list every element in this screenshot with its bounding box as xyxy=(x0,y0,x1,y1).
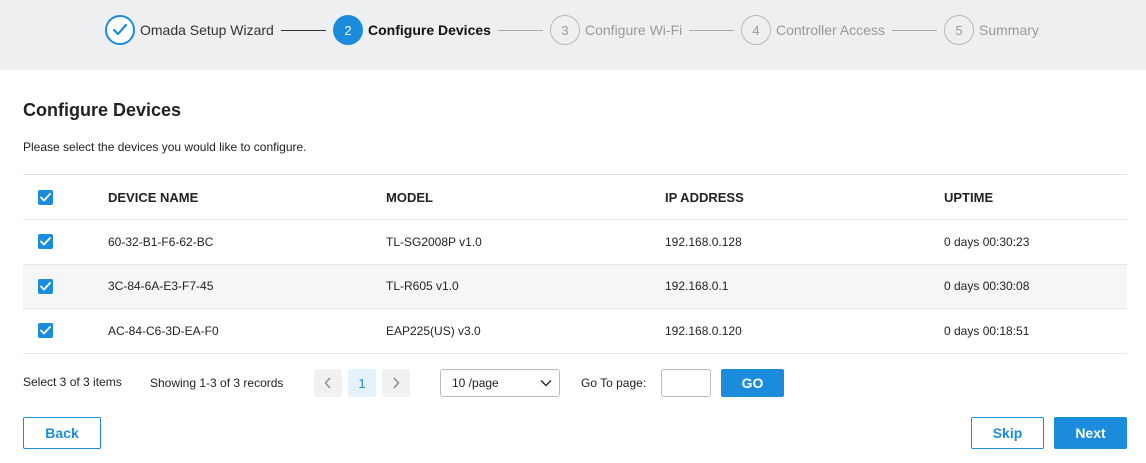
step-connector xyxy=(689,30,734,31)
prev-page-button[interactable] xyxy=(314,369,342,397)
table-row[interactable]: 3C-84-6A-E3-F7-45 TL-R605 v1.0 192.168.0… xyxy=(23,264,1127,309)
step-label: Controller Access xyxy=(776,22,885,38)
device-model: TL-SG2008P v1.0 xyxy=(386,234,482,249)
step-label: Omada Setup Wizard xyxy=(140,22,274,38)
row-checkbox[interactable] xyxy=(38,309,53,353)
row-checkbox[interactable] xyxy=(38,265,53,309)
page-subtitle: Please select the devices you would like… xyxy=(23,140,307,154)
go-button[interactable]: GO xyxy=(721,369,784,397)
step-label: Configure Wi-Fi xyxy=(585,22,683,38)
step-number: 2 xyxy=(333,15,363,45)
selection-count: Select 3 of 3 items xyxy=(23,375,122,389)
step-connector xyxy=(498,30,543,31)
goto-page-input[interactable] xyxy=(661,369,711,397)
row-checkbox[interactable] xyxy=(38,220,53,264)
device-model: TL-R605 v1.0 xyxy=(386,279,459,294)
next-page-button[interactable] xyxy=(382,369,410,397)
checkbox-checked-icon xyxy=(38,278,53,294)
skip-button[interactable]: Skip xyxy=(971,417,1044,449)
column-header-ip-address[interactable]: IP ADDRESS xyxy=(665,175,744,219)
checkmark-icon xyxy=(105,15,135,45)
step-number: 3 xyxy=(550,15,580,45)
device-ip: 192.168.0.1 xyxy=(665,279,729,294)
device-uptime: 0 days 00:30:08 xyxy=(944,279,1030,294)
page-title: Configure Devices xyxy=(23,100,182,120)
select-all-checkbox[interactable] xyxy=(38,175,53,219)
page-size-select[interactable]: 10 /page xyxy=(440,369,560,397)
step-configure-wifi: 3 Configure Wi-Fi xyxy=(550,15,682,45)
step-number: 4 xyxy=(741,15,771,45)
device-uptime: 0 days 00:18:51 xyxy=(944,323,1030,338)
column-header-model[interactable]: MODEL xyxy=(386,175,433,219)
table-header-row: DEVICE NAME MODEL IP ADDRESS UPTIME xyxy=(23,175,1127,220)
device-model: EAP225(US) v3.0 xyxy=(386,323,481,338)
device-uptime: 0 days 00:30:23 xyxy=(944,234,1030,249)
step-number: 5 xyxy=(944,15,974,45)
device-name: AC-84-C6-3D-EA-F0 xyxy=(108,323,219,338)
step-controller-access: 4 Controller Access xyxy=(741,15,885,45)
table-row[interactable]: 60-32-B1-F6-62-BC TL-SG2008P v1.0 192.16… xyxy=(23,220,1127,265)
chevron-down-icon xyxy=(540,379,552,387)
device-ip: 192.168.0.128 xyxy=(665,234,742,249)
back-button[interactable]: Back xyxy=(23,417,101,449)
records-summary: Showing 1-3 of 3 records xyxy=(150,376,284,390)
device-ip: 192.168.0.120 xyxy=(665,323,742,338)
step-connector xyxy=(892,30,937,31)
device-name: 3C-84-6A-E3-F7-45 xyxy=(108,279,214,294)
device-name: 60-32-B1-F6-62-BC xyxy=(108,234,214,249)
chevron-left-icon xyxy=(324,377,331,389)
step-configure-devices: 2 Configure Devices xyxy=(333,15,491,45)
step-connector xyxy=(281,30,326,31)
page-size-value: 10 /page xyxy=(452,376,499,390)
checkbox-checked-icon xyxy=(38,323,53,339)
checkbox-checked-icon xyxy=(38,189,53,205)
step-label: Configure Devices xyxy=(368,22,491,38)
column-header-device-name[interactable]: DEVICE NAME xyxy=(108,175,198,219)
devices-table: DEVICE NAME MODEL IP ADDRESS UPTIME 60-3… xyxy=(23,174,1127,354)
goto-page-label: Go To page: xyxy=(581,376,647,390)
step-omada-setup-wizard: Omada Setup Wizard xyxy=(105,15,274,45)
page-number-current[interactable]: 1 xyxy=(348,369,376,397)
checkbox-checked-icon xyxy=(38,234,53,250)
chevron-right-icon xyxy=(393,377,400,389)
step-summary: 5 Summary xyxy=(944,15,1039,45)
column-header-uptime[interactable]: UPTIME xyxy=(944,175,993,219)
table-row[interactable]: AC-84-C6-3D-EA-F0 EAP225(US) v3.0 192.16… xyxy=(23,309,1127,354)
next-button[interactable]: Next xyxy=(1054,417,1127,449)
setup-wizard-steps: Omada Setup Wizard 2 Configure Devices 3… xyxy=(0,0,1146,70)
step-label: Summary xyxy=(979,22,1039,38)
